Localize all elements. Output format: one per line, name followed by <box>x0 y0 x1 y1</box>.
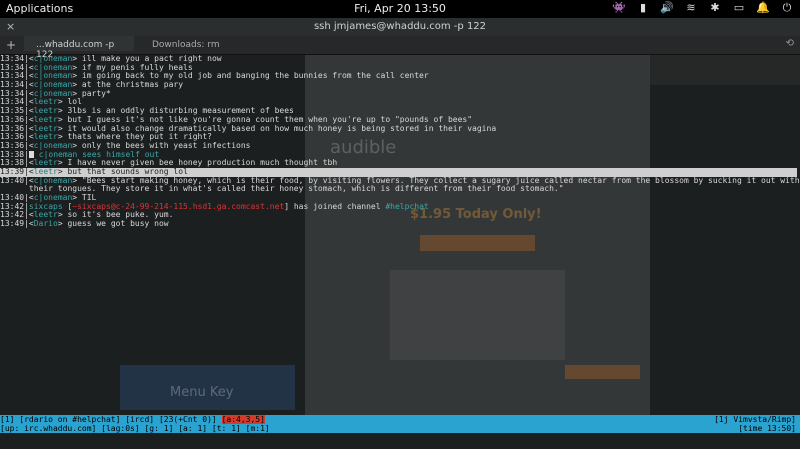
timestamp: 13:36 <box>0 114 25 124</box>
nick: c|oneman <box>33 88 73 98</box>
message-text: TIL <box>81 193 97 202</box>
message-text: at the christmas pary <box>81 80 184 90</box>
timestamp: 13:40 <box>0 193 25 202</box>
battery-icon[interactable]: ▮ <box>636 1 650 15</box>
timestamp: 13:35 <box>0 106 25 116</box>
timestamp: 13:39 <box>0 166 25 176</box>
timestamp: 13:36 <box>0 132 25 142</box>
chat-line: 13:49|<Dario> guess we got busy now <box>0 219 169 229</box>
input-line[interactable] <box>0 433 800 449</box>
message-text: their tongues. They store it in what's c… <box>28 184 564 194</box>
message-text: I have never given bee honey production … <box>67 158 338 168</box>
message-text: it would also change dramatically based … <box>67 123 497 133</box>
irssi-status-bar: [1] [rdario on #helpchat] [ircd] [23(+Cn… <box>0 415 800 424</box>
discord-icon[interactable]: 👾 <box>612 1 626 15</box>
bluetooth-icon[interactable]: ✱ <box>708 1 722 15</box>
timestamp: 13:42 <box>0 201 25 211</box>
nick: c|oneman <box>33 71 73 81</box>
join-text: has joined channel <box>289 201 386 211</box>
nick: leetr <box>33 114 58 124</box>
join-nick: sixcaps <box>28 201 63 211</box>
nick: leetr <box>33 166 58 176</box>
top-panel: Applications Fri, Apr 20 13:50 👾 ▮ 🔊 ≋ ✱… <box>0 0 800 18</box>
timestamp: 13:49 <box>0 219 25 229</box>
timestamp: 13:36 <box>0 140 25 150</box>
nick: leetr <box>33 132 58 142</box>
power-icon[interactable]: ⏻ <box>780 1 794 15</box>
nick: c|oneman <box>33 54 73 63</box>
status-left: [1] [rdario on #helpchat] [ircd] [23(+Cn… <box>0 415 222 424</box>
activity-indicator: [a:4,3,5] <box>221 415 265 424</box>
timestamp: 13:36 <box>0 123 25 133</box>
tab-ssh[interactable]: ...whaddu.com -p 122 <box>24 36 134 60</box>
tab-bar: + ...whaddu.com -p 122 Downloads: rm ⟲ <box>0 36 800 60</box>
nick: Dario <box>33 219 58 229</box>
status-right: [1j Vimvsta/Rimp] <box>714 415 796 424</box>
message-text: but I guess it's not like you're gonna c… <box>67 114 473 124</box>
notification-icon[interactable]: 🔔 <box>756 1 770 15</box>
nick: c|oneman <box>33 175 73 185</box>
window-titlebar: × ssh jmjames@whaddu.com -p 122 <box>0 18 800 36</box>
chat-line: their tongues. They store it in what's c… <box>0 184 800 194</box>
timestamp: 13:38 <box>0 158 25 168</box>
history-icon[interactable]: ⟲ <box>786 38 794 49</box>
nick: leetr <box>33 210 58 220</box>
timestamp: 13:34 <box>0 62 25 72</box>
tab-downloads[interactable]: Downloads: rm <box>152 40 220 50</box>
timestamp: 13:40 <box>0 175 25 185</box>
timestamp: 13:34 <box>0 80 25 90</box>
nick: c|oneman <box>33 193 73 202</box>
message-text: party* <box>81 88 111 98</box>
join-host: ~sixcaps@c-24-99-214-115.hsd1.ga.comcast… <box>72 201 285 211</box>
nick: leetr <box>33 158 58 168</box>
window-title: ssh jmjames@whaddu.com -p 122 <box>313 21 487 32</box>
time-display: [time 13:50] <box>738 424 796 433</box>
timestamp: 13:34 <box>0 71 25 81</box>
nick: c|oneman <box>33 62 73 72</box>
irc-buffer[interactable]: 13:34|<c|oneman> ill make you a pact rig… <box>0 54 800 415</box>
chat-line: 13:34|<c|oneman> party* <box>0 88 111 98</box>
message-text: thats where they put it right? <box>67 132 212 142</box>
message-text: lol <box>67 97 82 107</box>
message-text: ill make you a pact right now <box>81 54 222 63</box>
power-status-icon[interactable]: ▭ <box>732 1 746 15</box>
message-text: im going back to my old job and banging … <box>81 71 429 81</box>
nick: leetr <box>33 123 58 133</box>
timestamp: 13:34 <box>0 97 25 107</box>
message-text: if my penis fully heals <box>81 62 193 72</box>
nick: leetr <box>33 106 58 116</box>
message-text: 3lbs is an oddly disturbing measurement … <box>67 106 294 116</box>
chat-line: 13:34|<c|oneman> at the christmas pary <box>0 80 184 90</box>
message-text: so it's bee puke. yum. <box>67 210 174 220</box>
message-text: "Bees start making honey, which is their… <box>81 175 800 185</box>
system-tray: 👾 ▮ 🔊 ≋ ✱ ▭ 🔔 ⏻ <box>612 1 794 15</box>
message-text: but that sounds wrong lol <box>67 166 188 176</box>
timestamp: 13:34 <box>0 88 25 98</box>
nick: leetr <box>33 97 58 107</box>
timestamp: 13:42 <box>0 210 25 220</box>
new-tab-button[interactable]: + <box>6 38 16 52</box>
message-text: guess we got busy now <box>67 219 169 229</box>
channel-name: #helpchat <box>385 201 429 211</box>
nick: c|oneman <box>33 80 73 90</box>
action-text: c|oneman sees himself out <box>38 149 160 159</box>
nick: c|oneman <box>33 140 73 150</box>
volume-icon[interactable]: 🔊 <box>660 1 674 15</box>
irssi-info-bar: [up: irc.whaddu.com] [lag:0s] [g: 1] [a:… <box>0 424 800 433</box>
timestamp: 13:34 <box>0 54 25 63</box>
message-text: only the bees with yeast infections <box>81 140 251 150</box>
timestamp: 13:38 <box>0 149 25 159</box>
info-left: [up: irc.whaddu.com] [lag:0s] [g: 1] [a:… <box>0 424 270 433</box>
wifi-icon[interactable]: ≋ <box>684 1 698 15</box>
